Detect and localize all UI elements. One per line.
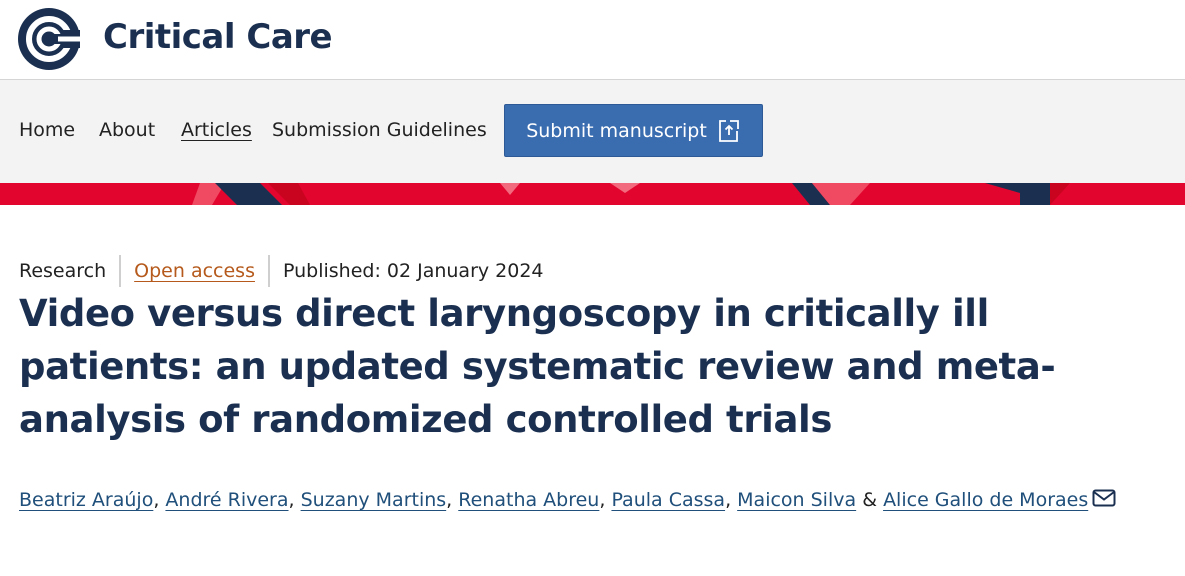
open-access-link[interactable]: Open access [134, 260, 255, 282]
nav-submission-guidelines[interactable]: Submission Guidelines [272, 119, 487, 141]
author-link[interactable]: Maicon Silva [737, 489, 856, 511]
external-link-icon [718, 119, 739, 142]
article-title-line: analysis of randomized controlled trials [19, 398, 832, 441]
decorative-banner [0, 183, 1185, 205]
published-date: Published: 02 January 2024 [282, 260, 544, 282]
author-list: Beatriz Araújo, André Rivera, Suzany Mar… [19, 480, 1139, 520]
author-separator: , [288, 489, 295, 511]
author-link[interactable]: Suzany Martins [301, 489, 447, 511]
nav-articles[interactable]: Articles [181, 119, 252, 141]
author-final-separator: & [862, 489, 878, 511]
meta-divider [119, 255, 122, 287]
article-title-line: Video versus direct laryngoscopy in crit… [19, 292, 989, 335]
site-header: Critical Care [0, 0, 1185, 80]
submit-manuscript-label: Submit manuscript [526, 119, 707, 142]
author-separator: , [446, 489, 453, 511]
author-separator: , [725, 489, 732, 511]
journal-name[interactable]: Critical Care [103, 17, 333, 57]
meta-divider [267, 255, 270, 287]
submit-manuscript-button[interactable]: Submit manuscript [504, 104, 763, 157]
article-type: Research [19, 260, 107, 282]
corresponding-author-link[interactable]: Alice Gallo de Moraes [883, 489, 1088, 511]
main-navigation: Home About Articles Submission Guideline… [0, 80, 1185, 183]
author-link[interactable]: Renatha Abreu [458, 489, 599, 511]
author-link[interactable]: Beatriz Araújo [19, 489, 153, 511]
nav-home[interactable]: Home [19, 119, 75, 141]
mail-icon[interactable] [1092, 489, 1116, 507]
article-meta: Research Open access Published: 02 Janua… [19, 255, 544, 287]
author-separator: , [153, 489, 160, 511]
article-title: Video versus direct laryngoscopy in crit… [19, 287, 1119, 446]
author-link[interactable]: Paula Cassa [611, 489, 725, 511]
critical-care-logo-icon [18, 8, 80, 70]
author-separator: , [599, 489, 606, 511]
journal-logo-link[interactable] [18, 7, 80, 71]
nav-about[interactable]: About [99, 119, 155, 141]
author-link[interactable]: André Rivera [165, 489, 288, 511]
article-title-line: patients: an updated systematic review a… [19, 345, 1056, 388]
